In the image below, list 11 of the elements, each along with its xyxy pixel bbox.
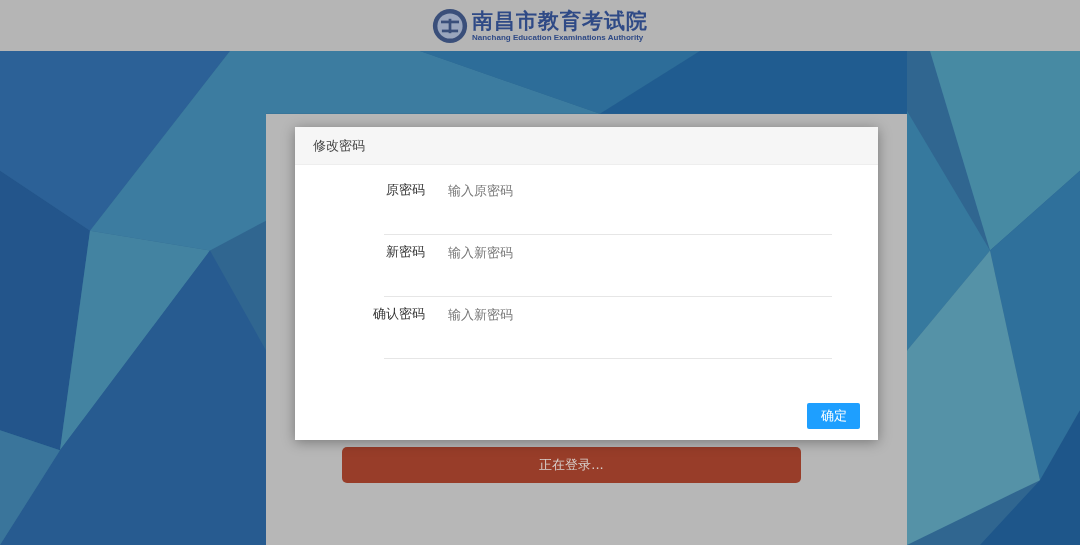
confirm-button[interactable]: 确定	[807, 403, 860, 429]
logo-name: 南昌市教育考试院	[472, 9, 648, 33]
field-label: 原密码	[385, 181, 425, 199]
login-button[interactable]: 正在登录...	[342, 447, 801, 483]
field-label: 新密码	[385, 243, 425, 261]
dialog-title: 修改密码	[295, 127, 878, 165]
field-label: 确认密码	[372, 305, 425, 323]
password-field[interactable]: 输入新密码	[448, 235, 808, 269]
password-field[interactable]: 输入原密码	[448, 173, 808, 207]
password-field[interactable]: 输入新密码	[448, 297, 808, 331]
logo-subtitle: Nanchang Education Examinations Authority	[472, 33, 645, 42]
